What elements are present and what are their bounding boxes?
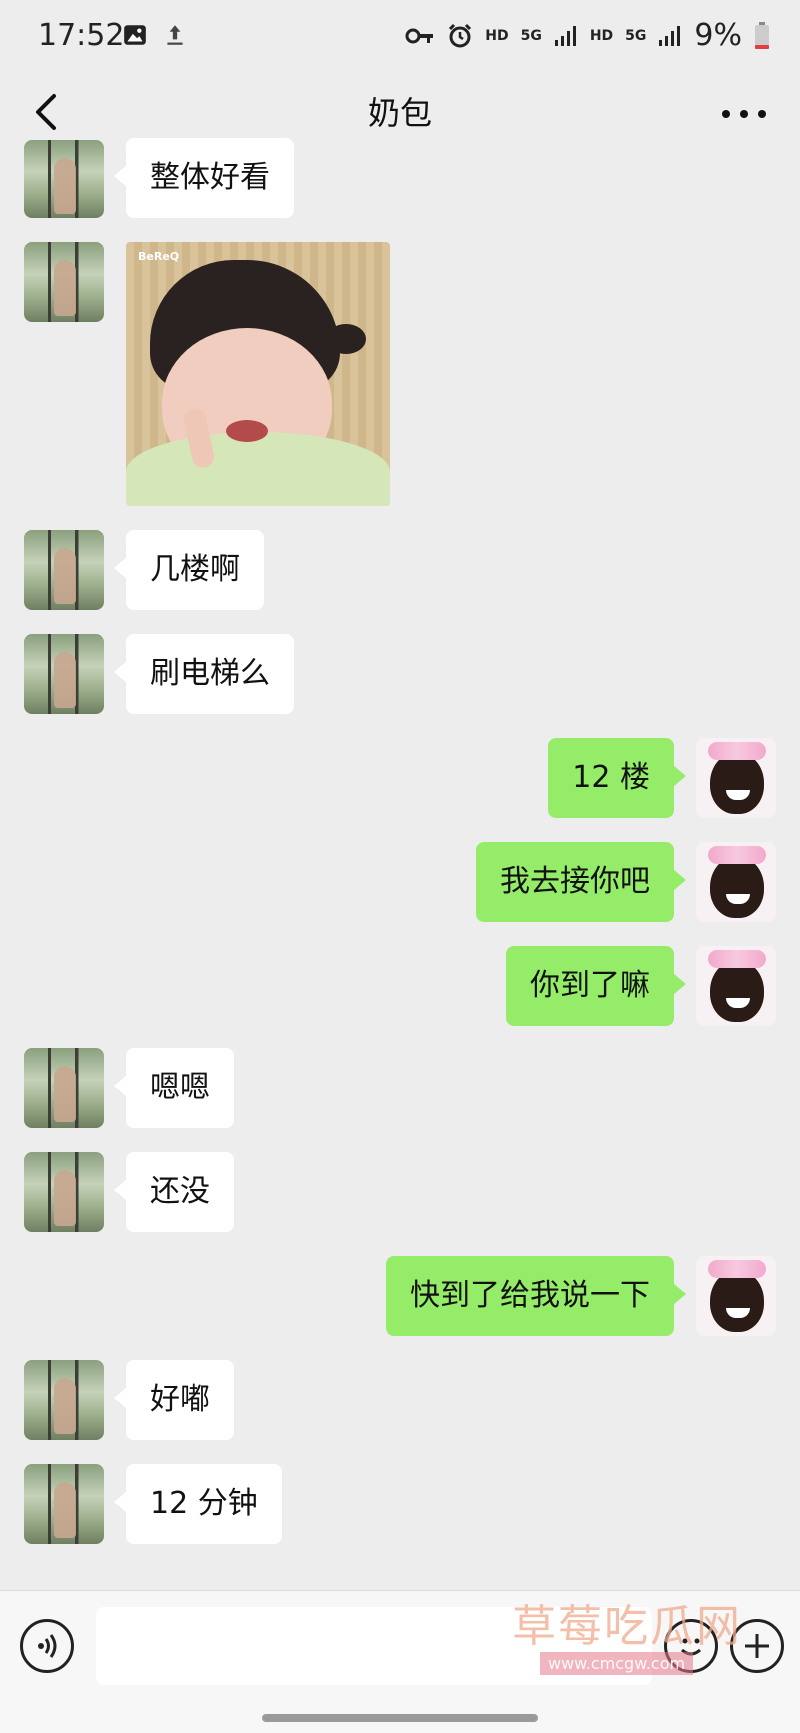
message-bubble-received[interactable]: 嗯嗯 — [114, 1048, 234, 1128]
contact-avatar[interactable] — [24, 242, 104, 322]
message-bubble-sent[interactable]: 快到了给我说一下 — [386, 1256, 686, 1336]
home-indicator[interactable] — [262, 1714, 538, 1722]
sticker-tag: BeReQ — [138, 250, 180, 263]
alarm-icon — [449, 23, 472, 47]
network-label: 5G — [520, 27, 542, 44]
more-options-icon[interactable] — [718, 94, 770, 134]
status-time: 17:52 — [38, 18, 125, 53]
message-bubble-sent[interactable]: 12 楼 — [548, 738, 686, 818]
contact-avatar[interactable] — [24, 140, 104, 218]
network-label-2: 5G — [625, 27, 647, 44]
contact-avatar[interactable] — [24, 1152, 104, 1232]
voice-input-button[interactable] — [20, 1619, 74, 1673]
hd-label: HD — [485, 27, 509, 44]
message-bubble-received[interactable]: 几楼啊 — [114, 530, 264, 610]
signal-icon — [554, 25, 576, 46]
message-bubble-received[interactable]: 还没 — [114, 1152, 234, 1232]
battery-icon — [755, 21, 769, 49]
signal-icon-2 — [659, 25, 681, 46]
key-icon — [405, 28, 434, 43]
message-bubble-received[interactable]: 整体好看 — [114, 138, 294, 218]
gallery-icon — [124, 25, 146, 45]
message-bubble-received[interactable]: 好嘟 — [114, 1360, 234, 1440]
watermark-text: 草莓吃瓜网 — [512, 1601, 742, 1652]
contact-avatar[interactable] — [24, 1360, 104, 1440]
contact-avatar[interactable] — [24, 634, 104, 714]
chat-title: 奶包 — [367, 94, 432, 132]
contact-avatar[interactable] — [24, 1464, 104, 1544]
my-avatar[interactable] — [696, 842, 776, 922]
upload-icon — [167, 25, 183, 45]
status-bar: 17:52 HD 5G HD 5G 9% — [0, 0, 800, 74]
hd-label-2: HD — [589, 27, 614, 44]
battery-percent: 9% — [694, 18, 742, 53]
message-bubble-sent[interactable]: 我去接你吧 — [476, 842, 686, 922]
message-bubble-received[interactable]: 刷电梯么 — [114, 634, 294, 714]
watermark-url: www.cmcgw.com — [540, 1652, 694, 1675]
my-avatar[interactable] — [696, 946, 776, 1026]
chat-header: 奶包 — [0, 74, 800, 154]
contact-avatar[interactable] — [24, 1048, 104, 1128]
contact-avatar[interactable] — [24, 530, 104, 610]
my-avatar[interactable] — [696, 738, 776, 818]
voice-icon — [38, 1634, 57, 1658]
my-avatar[interactable] — [696, 1256, 776, 1336]
message-bubble-sent[interactable]: 你到了嘛 — [506, 946, 686, 1026]
message-bubble-received[interactable]: 12 分钟 — [114, 1464, 282, 1544]
sticker-image[interactable]: BeReQ — [126, 242, 390, 506]
